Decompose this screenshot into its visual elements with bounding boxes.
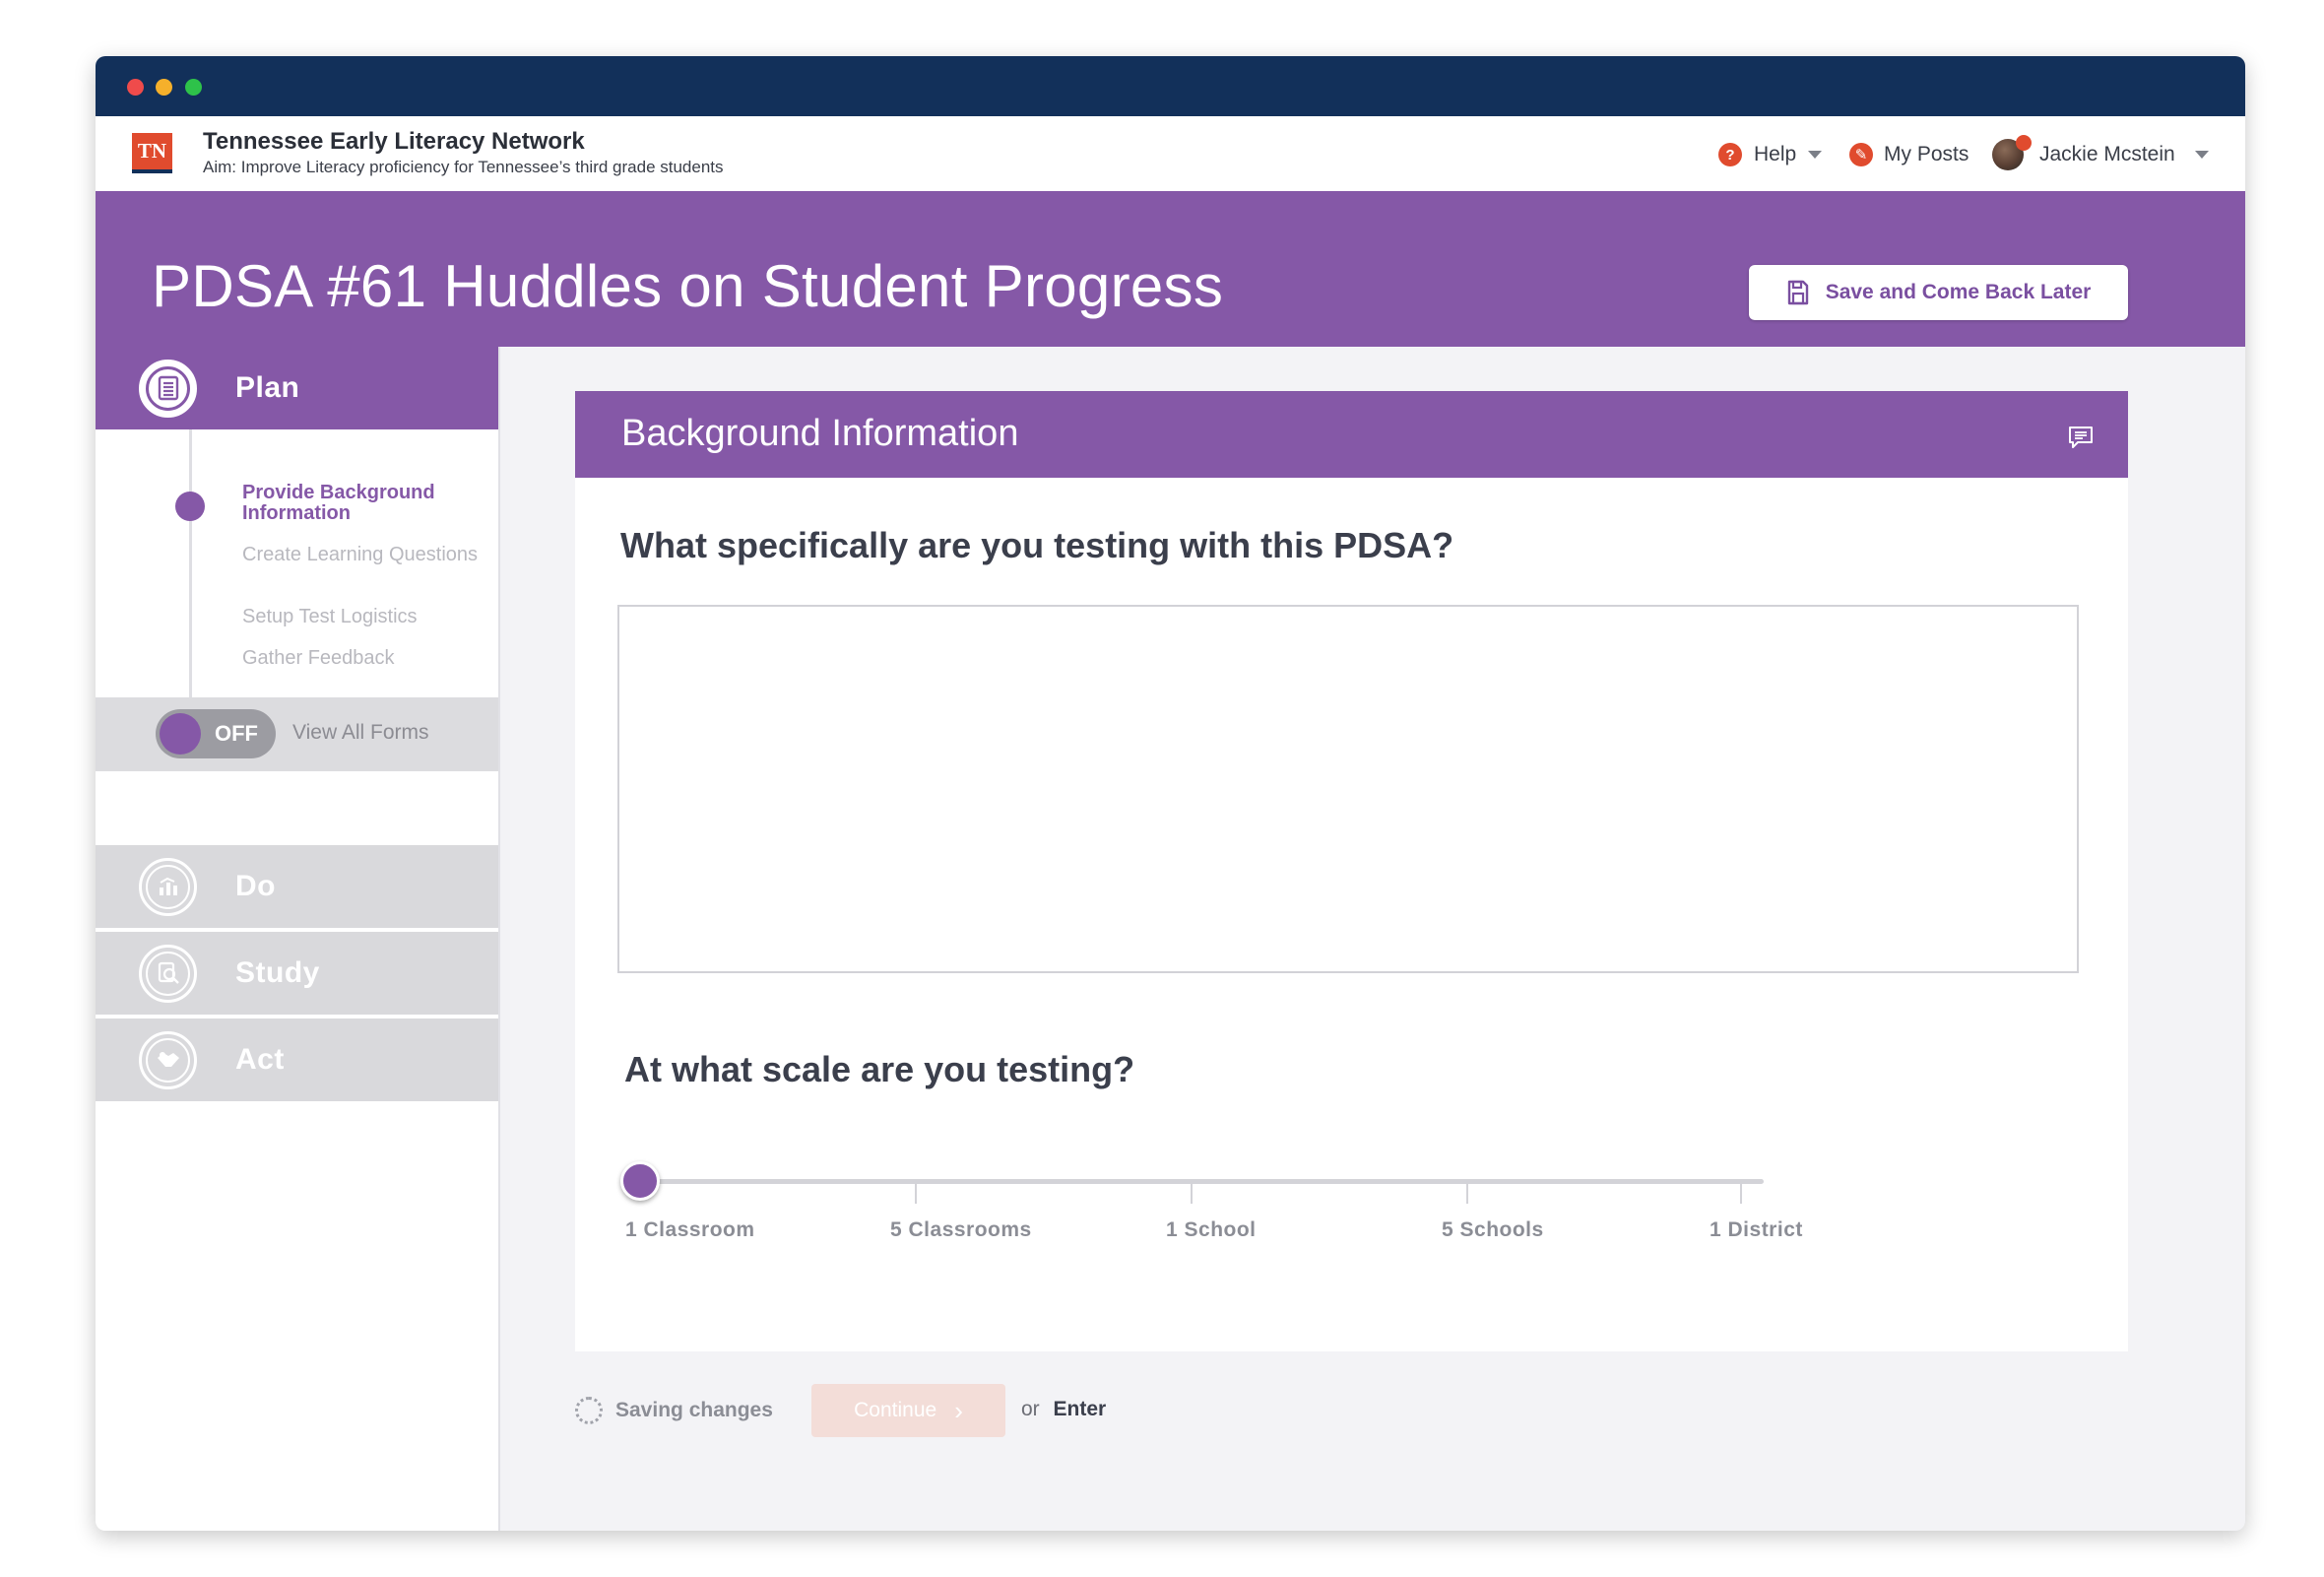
- phase-do[interactable]: Do: [96, 845, 498, 928]
- view-all-forms-row: OFF View All Forms: [96, 697, 498, 771]
- save-icon: [1786, 280, 1810, 305]
- network-aim: Aim: Improve Literacy proficiency for Te…: [203, 158, 724, 176]
- scale-option-5-classrooms[interactable]: 5 Classrooms: [890, 1218, 1032, 1242]
- act-phase-icon: [139, 1030, 197, 1089]
- section-header: Background Information: [575, 391, 2128, 478]
- notification-badge: [2016, 135, 2032, 151]
- slider-tick: [1191, 1184, 1193, 1204]
- step-gather-feedback[interactable]: Gather Feedback: [242, 648, 479, 669]
- current-step-indicator: [175, 492, 205, 521]
- scale-option-5-schools[interactable]: 5 Schools: [1442, 1218, 1544, 1242]
- scale-slider-track[interactable]: [623, 1179, 1764, 1184]
- help-menu[interactable]: ? Help: [1718, 140, 1823, 169]
- phase-label: Act: [235, 1043, 285, 1076]
- app-window: TN Tennessee Early Literacy Network Aim:…: [96, 56, 2245, 1531]
- spinner-icon: [575, 1397, 603, 1424]
- saving-status: Saving changes: [575, 1394, 773, 1427]
- saving-text: Saving changes: [615, 1399, 773, 1421]
- chevron-right-icon: ›: [954, 1395, 963, 1425]
- my-posts-link[interactable]: ✎ My Posts: [1849, 140, 1969, 169]
- enter-key-text: Enter: [1053, 1398, 1107, 1420]
- close-window-button[interactable]: [127, 79, 144, 96]
- toggle-state: OFF: [215, 721, 258, 746]
- pencil-icon: ✎: [1849, 143, 1873, 166]
- chevron-down-icon: [2194, 151, 2209, 159]
- plan-phase-icon: [139, 359, 197, 418]
- comment-icon[interactable]: [2068, 425, 2094, 450]
- window-title-bar: [96, 56, 2245, 116]
- phase-sidebar: Plan Provide Background Information Crea…: [96, 347, 500, 1531]
- slider-tick: [1740, 1184, 1742, 1204]
- continue-button[interactable]: Continue ›: [811, 1384, 1005, 1437]
- phase-label: Plan: [235, 371, 300, 404]
- phase-label: Do: [235, 870, 276, 902]
- avatar: [1992, 135, 2032, 170]
- phase-plan[interactable]: Plan: [96, 347, 498, 429]
- scale-slider-handle[interactable]: [620, 1161, 660, 1201]
- phase-label: Study: [235, 956, 320, 989]
- bar-chart-icon: [146, 864, 190, 909]
- form-card: Background Information What specifically…: [575, 391, 2128, 1351]
- do-phase-icon: [139, 857, 197, 916]
- view-all-forms-toggle[interactable]: OFF: [156, 709, 276, 758]
- question-what-testing: What specifically are you testing with t…: [620, 525, 1454, 565]
- network-name: Tennessee Early Literacy Network: [203, 128, 585, 155]
- minimize-window-button[interactable]: [156, 79, 172, 96]
- help-label: Help: [1754, 143, 1797, 165]
- view-all-forms-label: View All Forms: [292, 721, 429, 744]
- my-posts-label: My Posts: [1884, 143, 1969, 165]
- section-title: Background Information: [621, 413, 1019, 454]
- scale-option-1-classroom[interactable]: 1 Classroom: [625, 1218, 755, 1242]
- continue-label: Continue: [854, 1399, 937, 1421]
- step-create-learning-questions[interactable]: Create Learning Questions: [242, 545, 479, 565]
- question-scale: At what scale are you testing?: [624, 1049, 1135, 1089]
- tn-logo[interactable]: TN: [132, 133, 172, 173]
- handshake-icon: [146, 1037, 190, 1083]
- slider-tick: [915, 1184, 917, 1204]
- or-text: or: [1021, 1398, 1040, 1420]
- maximize-window-button[interactable]: [185, 79, 202, 96]
- clipboard-icon: [146, 365, 190, 411]
- magnifier-document-icon: [146, 951, 190, 996]
- scale-option-1-district[interactable]: 1 District: [1710, 1218, 1803, 1242]
- page-banner: PDSA #61 Huddles on Student Progress Sav…: [96, 191, 2245, 347]
- step-progress-line: [189, 429, 192, 697]
- phase-study[interactable]: Study: [96, 932, 498, 1015]
- save-button-label: Save and Come Back Later: [1825, 281, 2092, 303]
- study-phase-icon: [139, 944, 197, 1003]
- page-title: PDSA #61 Huddles on Student Progress: [152, 253, 1224, 319]
- step-provide-background-information[interactable]: Provide Background Information: [242, 483, 479, 524]
- enter-hint: or Enter: [1021, 1398, 1106, 1421]
- help-icon: ?: [1718, 143, 1742, 166]
- phase-act[interactable]: Act: [96, 1018, 498, 1101]
- user-name: Jackie Mcstein: [2039, 143, 2175, 165]
- what-testing-answer-field[interactable]: [617, 605, 2079, 973]
- save-and-come-back-later-button[interactable]: Save and Come Back Later: [1749, 265, 2128, 320]
- scale-option-1-school[interactable]: 1 School: [1166, 1218, 1257, 1242]
- slider-tick: [1466, 1184, 1468, 1204]
- step-setup-test-logistics[interactable]: Setup Test Logistics: [242, 607, 479, 627]
- user-menu[interactable]: Jackie Mcstein: [1992, 135, 2209, 170]
- chevron-down-icon: [1808, 151, 1823, 159]
- toggle-knob: [160, 713, 201, 755]
- app-header: TN Tennessee Early Literacy Network Aim:…: [96, 116, 2245, 191]
